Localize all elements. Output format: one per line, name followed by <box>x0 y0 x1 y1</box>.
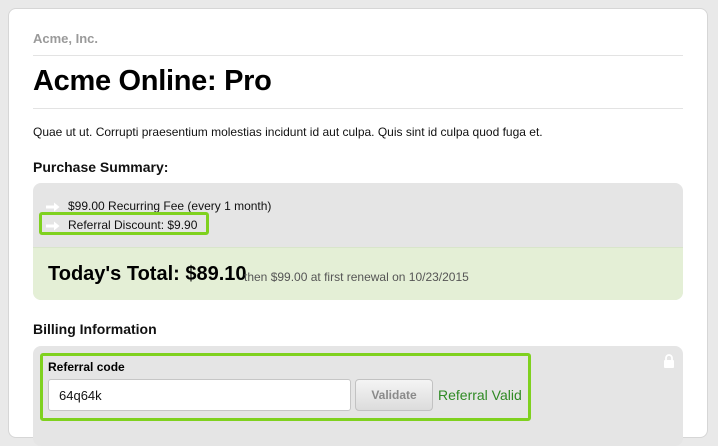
arrow-right-icon <box>46 220 60 231</box>
referral-code-label: Referral code <box>48 360 125 374</box>
renewal-note: then $99.00 at first renewal on 10/23/20… <box>244 270 469 284</box>
line-item-label: $99.00 Recurring Fee (every 1 month) <box>68 199 272 213</box>
line-item-referral-discount: Referral Discount: $9.90 <box>46 218 197 232</box>
product-title: Acme Online: Pro <box>33 65 272 97</box>
billing-information-box: Referral code Validate Referral Valid <box>33 346 683 446</box>
total-bar: Today's Total: $89.10 then $99.00 at fir… <box>33 247 683 300</box>
validate-button[interactable]: Validate <box>355 379 433 411</box>
referral-status: Referral Valid <box>438 387 522 403</box>
referral-code-input[interactable] <box>48 379 351 411</box>
purchase-summary-box: $99.00 Recurring Fee (every 1 month) Ref… <box>33 183 683 300</box>
todays-total: Today's Total: $89.10 <box>48 263 247 285</box>
purchase-summary-heading: Purchase Summary: <box>33 159 169 175</box>
divider <box>33 108 683 109</box>
lock-icon <box>663 354 675 368</box>
checkout-page: Acme, Inc. Acme Online: Pro Quae ut ut. … <box>8 8 708 446</box>
billing-information-heading: Billing Information <box>33 321 157 337</box>
arrow-right-icon <box>46 201 60 212</box>
line-item-recurring-fee: $99.00 Recurring Fee (every 1 month) <box>46 199 271 213</box>
product-description: Quae ut ut. Corrupti praesentium molesti… <box>33 125 543 139</box>
line-item-label: Referral Discount: $9.90 <box>68 218 198 232</box>
divider <box>33 55 683 56</box>
company-name: Acme, Inc. <box>33 31 99 46</box>
